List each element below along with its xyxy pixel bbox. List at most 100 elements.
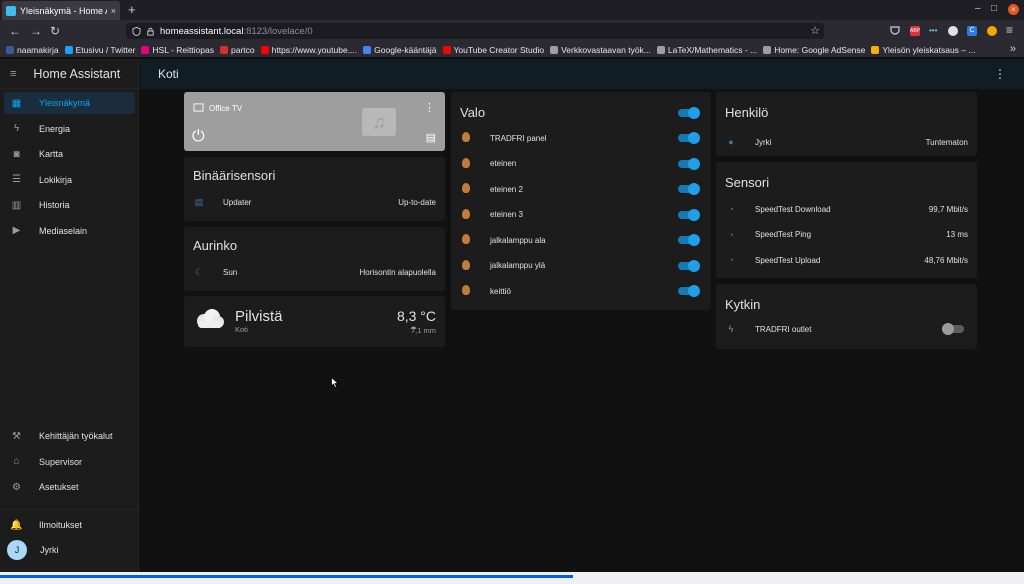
weather-card[interactable]: Pilvistä Koti 8,3 °C ☂ 7,1 mm bbox=[184, 296, 445, 347]
sensor-row[interactable]: ◔ SpeedTest Download 99,7 Mbit/s bbox=[725, 201, 968, 217]
light-row[interactable]: jalkalamppu ala bbox=[460, 232, 700, 248]
entity-state: Up-to-date bbox=[398, 197, 436, 207]
lights-master-toggle[interactable] bbox=[678, 107, 700, 119]
chart-icon: ▥ bbox=[11, 199, 22, 211]
entity-state: Horisontin alapuolella bbox=[359, 267, 437, 277]
light-name: eteinen bbox=[490, 159, 517, 168]
bookmark-item[interactable]: LaTeX/Mathematics - ... bbox=[656, 45, 757, 55]
mouse-cursor-icon bbox=[331, 377, 339, 388]
bookmark-item[interactable]: YouTube Creator Studio bbox=[442, 45, 544, 55]
url-bar[interactable]: homeassistant.local:8123/lovelace/0 ☆ bbox=[126, 23, 824, 39]
entity-row-person[interactable]: ● Jyrki Tuntematon bbox=[725, 134, 968, 150]
sidebar-item-mediaselain[interactable]: ▶ Mediaselain bbox=[4, 220, 135, 242]
power-icon[interactable]: ⏻ bbox=[192, 128, 205, 146]
sidebar-item-kartta[interactable]: ◙ Kartta bbox=[4, 143, 135, 165]
light-toggle[interactable] bbox=[678, 208, 700, 221]
entity-row-sun[interactable]: ☾ Sun Horisontin alapuolella bbox=[193, 264, 436, 280]
minimize-icon[interactable]: – bbox=[975, 3, 981, 14]
bookmark-item[interactable]: Home: Google AdSense bbox=[763, 45, 865, 55]
bookmark-favicon-icon bbox=[141, 45, 150, 54]
maximize-icon[interactable]: □ bbox=[991, 3, 997, 14]
bookmark-favicon-icon bbox=[6, 45, 14, 54]
new-tab-button[interactable]: + bbox=[128, 2, 136, 17]
entity-row-updater[interactable]: ▤ Updater Up-to-date bbox=[193, 194, 436, 210]
light-toggle[interactable] bbox=[678, 234, 700, 246]
map-icon: ◙ bbox=[13, 148, 20, 160]
card-title: Aurinko bbox=[193, 238, 238, 253]
sidebar-item-label: Mediaselain bbox=[39, 225, 88, 236]
sidebar-item-asetukset[interactable]: ⚙ Asetukset bbox=[4, 476, 135, 498]
light-toggle[interactable] bbox=[678, 259, 700, 272]
browse-media-icon[interactable]: ▤ bbox=[426, 131, 436, 144]
light-row[interactable]: eteinen 3 bbox=[460, 207, 700, 223]
sidebar-item-historia[interactable]: ▥ Historia bbox=[4, 194, 135, 216]
media-menu-icon[interactable]: ⋮ bbox=[424, 101, 435, 114]
light-toggle[interactable] bbox=[678, 183, 700, 195]
forward-icon[interactable]: → bbox=[30, 24, 42, 38]
reload-icon[interactable]: ↻ bbox=[50, 24, 60, 38]
light-toggle[interactable] bbox=[678, 285, 700, 297]
url-path: :8123/lovelace/0 bbox=[243, 26, 313, 37]
extension-user-icon[interactable] bbox=[987, 26, 997, 36]
bookmark-item[interactable]: Yleisön yleiskatsaus – ... bbox=[871, 45, 975, 55]
adblock-icon[interactable]: ABP bbox=[910, 26, 920, 36]
bookmark-item[interactable]: https://www.youtube.... bbox=[260, 45, 357, 55]
back-icon[interactable]: ← bbox=[9, 24, 21, 38]
media-icon: ▶ bbox=[12, 225, 21, 236]
extension-dots-icon[interactable]: ••• bbox=[929, 26, 939, 36]
top-app-bar: Koti ⋮ bbox=[140, 59, 1024, 89]
extension-c-icon[interactable]: C bbox=[967, 26, 977, 36]
lightbulb-icon bbox=[460, 183, 472, 195]
menu-toggle-icon[interactable]: ≡ bbox=[10, 68, 16, 80]
bookmarks-overflow-icon[interactable]: » bbox=[1010, 43, 1016, 55]
pocket-icon[interactable] bbox=[890, 25, 900, 35]
flash-icon: ϟ bbox=[728, 324, 734, 334]
speedometer-icon: ◔ bbox=[728, 229, 734, 240]
dashboard-menu-icon[interactable]: ⋮ bbox=[994, 67, 1006, 81]
light-row[interactable]: keittiö bbox=[460, 283, 700, 299]
bookmark-star-icon[interactable]: ☆ bbox=[810, 24, 820, 37]
entity-name: Sun bbox=[223, 267, 238, 277]
bookmark-label: HSL - Reittiopas bbox=[152, 44, 214, 55]
close-window-icon[interactable]: × bbox=[1008, 4, 1019, 15]
sidebar-item-energia[interactable]: ϟ Energia bbox=[4, 118, 135, 140]
card-title: Binäärisensori bbox=[193, 168, 276, 183]
extension-icon[interactable] bbox=[948, 26, 958, 36]
browser-tab[interactable]: Yleisnäkymä - Home Assi × bbox=[2, 1, 120, 20]
progress-fill bbox=[0, 575, 574, 578]
light-toggle[interactable] bbox=[678, 132, 700, 144]
media-player-card[interactable]: Office TV ⋮ ♫ ⏻ ▤ bbox=[184, 92, 445, 151]
close-tab-icon[interactable]: × bbox=[111, 6, 116, 16]
light-row[interactable]: TRADFRI panel bbox=[460, 130, 700, 146]
browser-menu-icon[interactable]: ≡ bbox=[1006, 23, 1013, 37]
light-row[interactable]: eteinen 2 bbox=[460, 181, 700, 197]
sidebar-item-label: Kehittäjän työkalut bbox=[39, 431, 113, 441]
sidebar-title: Home Assistant bbox=[33, 66, 121, 81]
light-row[interactable]: jalkalamppu ylä bbox=[460, 258, 700, 274]
bookmark-label: Verkkovastaavan työk... bbox=[561, 44, 651, 55]
sidebar-item-yleisnäkymä[interactable]: ▦ Yleisnäkymä bbox=[4, 92, 135, 114]
sensor-row[interactable]: ◔ SpeedTest Ping 13 ms bbox=[725, 227, 968, 243]
lightbulb-icon bbox=[460, 234, 472, 246]
bookmark-item[interactable]: HSL - Reittiopas bbox=[141, 45, 214, 55]
sensor-row[interactable]: ◔ SpeedTest Upload 48,76 Mbit/s bbox=[725, 252, 968, 268]
bookmark-item[interactable]: partco bbox=[220, 45, 255, 55]
bookmark-item[interactable]: Google-kääntäjä bbox=[363, 45, 437, 55]
sidebar-item-supervisor[interactable]: ⌂ Supervisor bbox=[4, 451, 135, 473]
light-row[interactable]: eteinen bbox=[460, 156, 700, 172]
outlet-toggle[interactable] bbox=[942, 323, 964, 335]
sidebar-item-profile[interactable]: J Jyrki bbox=[4, 539, 135, 561]
sun-card: Aurinko ☾ Sun Horisontin alapuolella bbox=[184, 227, 445, 291]
bell-icon: 🔔 bbox=[10, 519, 23, 531]
bookmark-favicon-icon bbox=[363, 45, 372, 54]
entity-row-outlet[interactable]: ϟ TRADFRI outlet bbox=[725, 321, 968, 337]
sidebar-item-kehittäjän-työkalut[interactable]: ⚒ Kehittäjän työkalut bbox=[4, 425, 135, 447]
bookmark-item[interactable]: Verkkovastaavan työk... bbox=[550, 45, 651, 55]
sidebar-item-notifications[interactable]: 🔔 Ilmoitukset bbox=[4, 514, 135, 536]
sidebar-item-lokikirja[interactable]: ☰ Lokikirja bbox=[4, 169, 135, 191]
moon-icon: ☾ bbox=[194, 266, 204, 277]
light-toggle[interactable] bbox=[678, 157, 700, 170]
bookmark-item[interactable]: naamakirja bbox=[6, 45, 59, 55]
bookmark-item[interactable]: Etusivu / Twitter bbox=[64, 45, 135, 55]
lock-icon bbox=[147, 27, 154, 36]
